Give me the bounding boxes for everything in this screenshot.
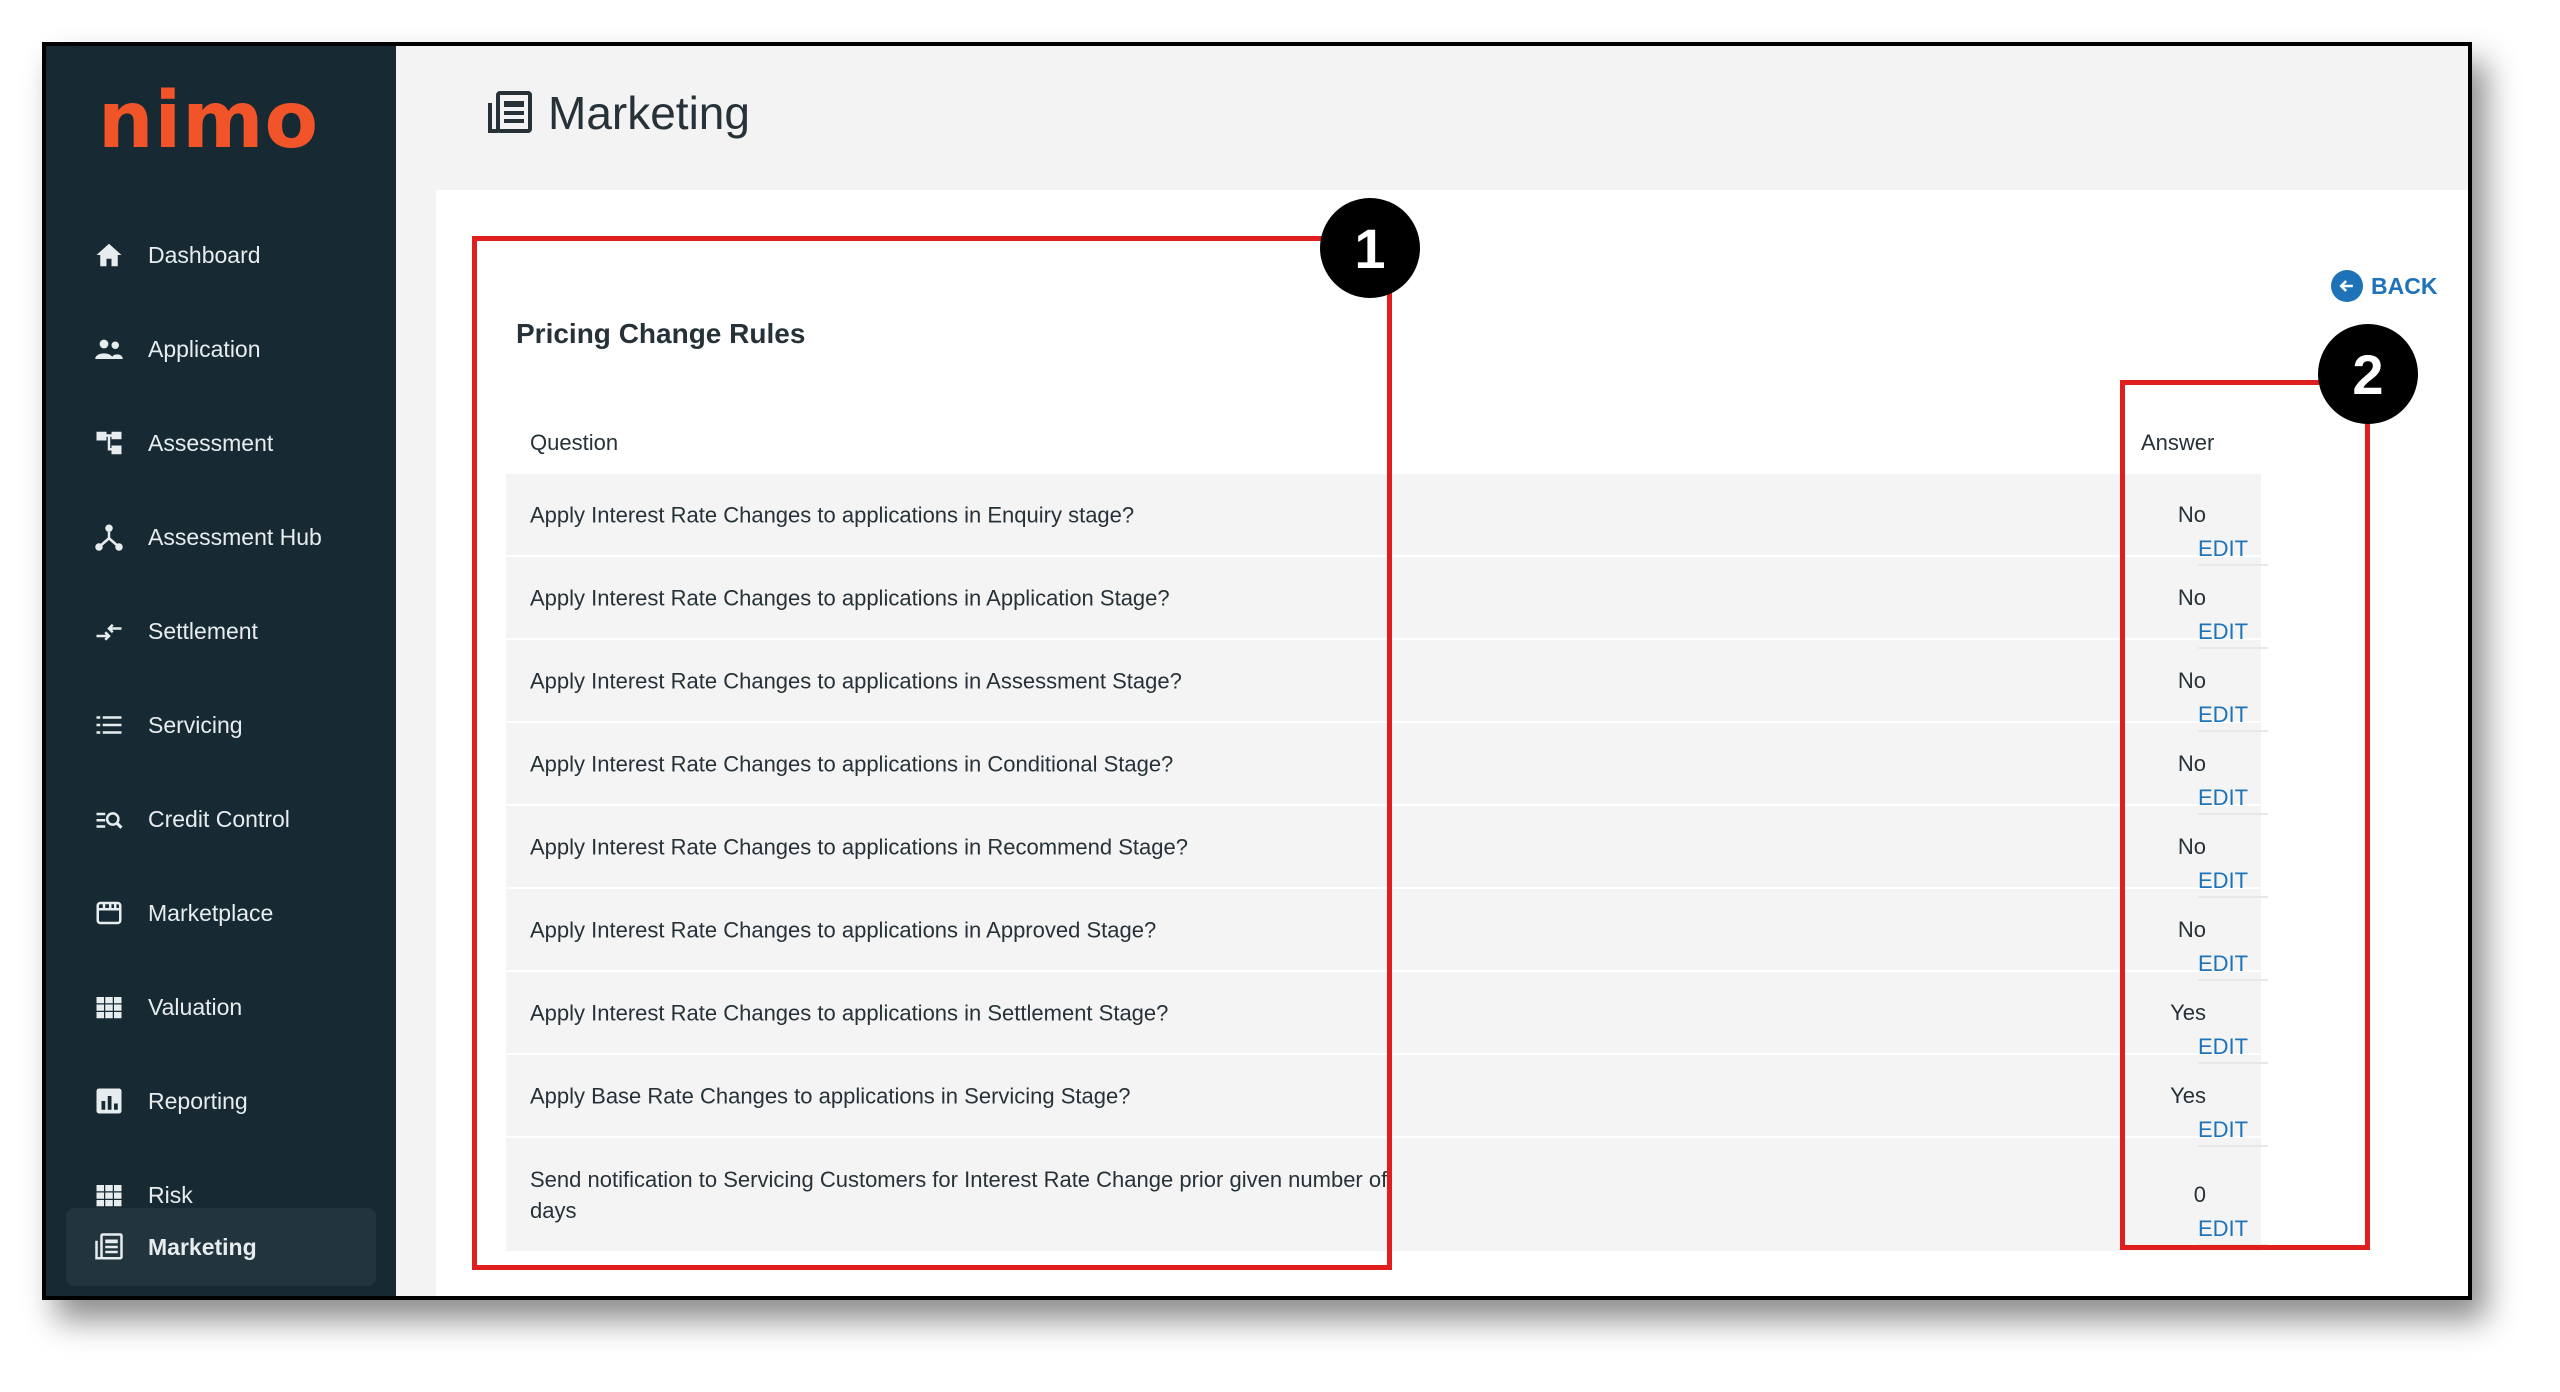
sidebar-item-label: Risk [148, 1181, 193, 1208]
sidebar-item-marketing[interactable]: Marketing [66, 1208, 376, 1286]
people-icon [92, 332, 126, 366]
newspaper-icon [92, 1230, 126, 1264]
sidebar-item-servicing[interactable]: Servicing [66, 686, 376, 764]
annotation-box-questions [472, 236, 1392, 1270]
back-button[interactable]: BACK [2331, 270, 2437, 302]
sidebar-item-marketplace[interactable]: Marketplace [66, 874, 376, 952]
bar-chart-icon [92, 1084, 126, 1118]
page-title: Marketing [486, 86, 750, 140]
sidebar-item-label: Credit Control [148, 805, 290, 832]
page-header: Marketing [396, 46, 2468, 186]
nimo-logo[interactable]: nimo [98, 76, 319, 166]
sidebar-item-assessment[interactable]: Assessment [66, 404, 376, 482]
sidebar-item-reporting[interactable]: Reporting [66, 1062, 376, 1140]
sidebar-item-label: Marketplace [148, 899, 274, 926]
transfer-icon [92, 614, 126, 648]
grid-icon [92, 1178, 126, 1212]
arrow-left-icon [2331, 270, 2363, 302]
sidebar-item-label: Reporting [148, 1087, 248, 1114]
sidebar-item-label: Assessment Hub [148, 523, 322, 550]
grid-icon [92, 990, 126, 1024]
search-list-icon [92, 802, 126, 836]
sidebar-item-label: Settlement [148, 617, 258, 644]
annotation-box-answers [2120, 380, 2370, 1250]
sidebar-item-assessment-hub[interactable]: Assessment Hub [66, 498, 376, 576]
list-icon [92, 708, 126, 742]
home-icon [92, 238, 126, 272]
sidebar-item-label: Servicing [148, 711, 243, 738]
sidebar-item-application[interactable]: Application [66, 310, 376, 388]
sidebar-item-label: Assessment [148, 429, 274, 456]
sidebar-item-dashboard[interactable]: Dashboard [66, 216, 376, 294]
sidebar-item-label: Application [148, 335, 261, 362]
store-icon [92, 896, 126, 930]
sidebar-item-label: Dashboard [148, 241, 261, 268]
page-title-text: Marketing [548, 87, 750, 139]
sidebar-item-settlement[interactable]: Settlement [66, 592, 376, 670]
back-label: BACK [2371, 272, 2438, 299]
sidebar-item-valuation[interactable]: Valuation [66, 968, 376, 1046]
sidebar: nimo Dashboard Application Assessment As… [46, 46, 396, 1296]
sidebar-item-label: Marketing [148, 1233, 257, 1260]
sidebar-item-credit-control[interactable]: Credit Control [66, 780, 376, 858]
hierarchy-icon [92, 426, 126, 460]
annotation-callout-2: 2 [2318, 324, 2418, 424]
sidebar-item-label: Valuation [148, 993, 243, 1020]
hub-icon [92, 520, 126, 554]
newspaper-icon [486, 89, 534, 137]
annotation-callout-1: 1 [1320, 198, 1420, 298]
